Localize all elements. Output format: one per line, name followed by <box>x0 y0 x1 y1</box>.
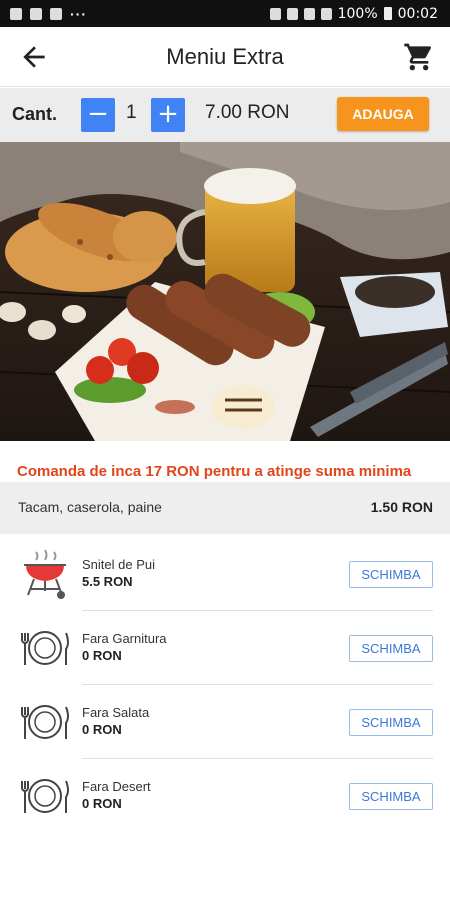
quantity-bar: Cant. − 1 + 7.00 RON ADAUGA <box>0 88 450 142</box>
item-price: 0 RON <box>82 648 122 663</box>
signal-icon <box>320 7 332 20</box>
item-price: 0 RON <box>82 722 122 737</box>
change-button[interactable]: SCHIMBA <box>349 561 433 588</box>
item-name: Fara Garnitura <box>82 631 167 646</box>
total-price: 7.00 RON <box>205 102 290 123</box>
battery-icon <box>383 7 392 20</box>
download-icon <box>50 7 62 20</box>
change-button[interactable]: SCHIMBA <box>349 783 433 810</box>
change-button[interactable]: SCHIMBA <box>349 709 433 736</box>
call-icon <box>286 7 298 20</box>
more-notifications-icon: ··· <box>70 5 87 22</box>
item-name: Snitel de Pui <box>82 557 155 572</box>
increase-quantity-button[interactable]: + <box>151 98 185 132</box>
notification-icons: ··· <box>10 6 87 22</box>
food-photo <box>0 142 450 441</box>
clock: 00:02 <box>397 5 438 22</box>
extra-item-price: 1.50 RON <box>370 499 433 515</box>
item-price: 0 RON <box>82 796 122 811</box>
app-bar: Meniu Extra <box>0 27 450 87</box>
item-name: Fara Salata <box>82 705 150 720</box>
page-title: Meniu Extra <box>166 43 284 69</box>
extra-item-row: Tacam, caserola, paine 1.50 RON <box>0 482 450 534</box>
battery-level: 100% <box>337 5 378 22</box>
plate-cutlery-icon <box>21 705 69 739</box>
list-item: Fara Desert 0 RON SCHIMBA <box>0 759 450 833</box>
extra-item-name: Tacam, caserola, paine <box>18 499 162 515</box>
cart-icon[interactable] <box>402 41 436 73</box>
app-notification-icon <box>30 7 42 20</box>
quantity-value: 1 <box>126 102 137 123</box>
plate-cutlery-icon <box>21 631 69 665</box>
wifi-icon <box>303 7 315 20</box>
list-item: Fara Garnitura 0 RON SCHIMBA <box>0 611 450 685</box>
item-price: 5.5 RON <box>82 574 133 589</box>
alarm-icon <box>269 7 281 20</box>
list-item: Fara Salata 0 RON SCHIMBA <box>0 685 450 759</box>
minimum-order-message: Comanda de inca 17 RON pentru a atinge s… <box>17 463 412 480</box>
change-button[interactable]: SCHIMBA <box>349 635 433 662</box>
list-item: Snitel de Pui 5.5 RON SCHIMBA <box>0 537 450 611</box>
gallery-icon <box>10 7 22 20</box>
system-icons: 100% 00:02 <box>269 5 438 22</box>
decrease-quantity-button[interactable]: − <box>81 98 115 132</box>
item-name: Fara Desert <box>82 779 151 794</box>
plate-cutlery-icon <box>21 779 69 813</box>
grill-icon <box>24 549 66 599</box>
status-bar: ··· 100% 00:02 <box>0 0 450 27</box>
arrow-back-icon[interactable] <box>18 41 50 73</box>
add-button[interactable]: ADAUGA <box>337 97 429 131</box>
quantity-label: Cant. <box>12 104 57 124</box>
